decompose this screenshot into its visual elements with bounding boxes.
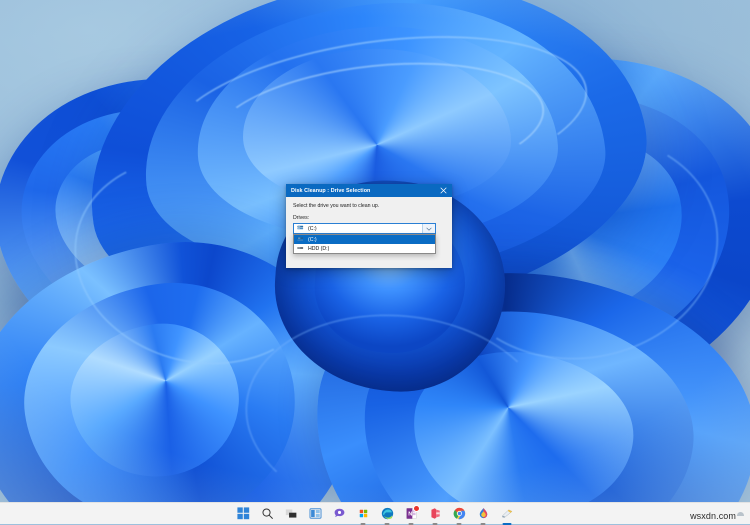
hard-drive-icon bbox=[297, 245, 304, 253]
taskbar-app-chrome[interactable] bbox=[451, 506, 467, 525]
taskbar-app-office[interactable] bbox=[427, 506, 443, 525]
dialog-prompt-text: Select the drive you want to clean up. bbox=[293, 203, 380, 209]
drive-option-c[interactable]: (C:) bbox=[294, 235, 435, 244]
start-button[interactable] bbox=[235, 506, 251, 522]
taskbar-icon-group: N bbox=[235, 504, 515, 525]
microsoft-store-icon bbox=[357, 507, 369, 520]
chat-icon bbox=[334, 508, 344, 518]
taskbar[interactable]: N bbox=[0, 502, 750, 525]
dialog-title-bar[interactable]: Disk Cleanup : Drive Selection bbox=[286, 184, 452, 197]
drive-combobox-value: (C:) bbox=[308, 225, 317, 232]
site-watermark: wsxdn.com bbox=[690, 511, 744, 521]
task-view-icon bbox=[285, 509, 296, 518]
search-icon bbox=[261, 508, 273, 519]
taskbar-app-edge[interactable] bbox=[379, 506, 395, 525]
notification-badge bbox=[413, 504, 420, 512]
task-view-button[interactable] bbox=[283, 506, 299, 522]
hard-drive-icon bbox=[297, 224, 304, 233]
drive-combobox[interactable]: (C:) bbox=[293, 223, 436, 234]
chevron-down-icon[interactable] bbox=[422, 224, 435, 233]
taskbar-app-onenote[interactable]: N bbox=[403, 504, 420, 525]
dialog-title: Disk Cleanup : Drive Selection bbox=[291, 187, 371, 194]
watermark-text: wsxdn.com bbox=[690, 511, 736, 521]
disk-cleanup-icon bbox=[501, 509, 512, 518]
drive-dropdown-list[interactable]: (C:) HDD (D:) bbox=[293, 234, 436, 254]
chrome-icon bbox=[453, 507, 465, 520]
taskbar-app-disk-cleanup[interactable] bbox=[499, 506, 515, 525]
windows-logo-icon bbox=[236, 507, 249, 520]
widgets-button[interactable] bbox=[307, 506, 323, 522]
chat-button[interactable] bbox=[331, 506, 347, 522]
close-icon[interactable] bbox=[435, 184, 452, 197]
drives-label: Drives: bbox=[293, 215, 310, 221]
drive-option-d[interactable]: HDD (D:) bbox=[294, 244, 435, 253]
office-icon bbox=[430, 508, 440, 519]
taskbar-app-paint[interactable] bbox=[475, 506, 491, 525]
widgets-icon bbox=[308, 508, 322, 519]
hard-drive-icon bbox=[297, 236, 304, 244]
taskbar-app-store[interactable] bbox=[355, 506, 371, 525]
svg-text:N: N bbox=[408, 512, 412, 518]
drive-combobox-wrapper: (C:) (C:) HDD (D:) bbox=[293, 223, 436, 254]
paint-icon bbox=[479, 508, 487, 519]
disk-cleanup-drive-selection-dialog[interactable]: Disk Cleanup : Drive Selection Select th… bbox=[286, 184, 452, 268]
drive-option-label: HDD (D:) bbox=[308, 245, 330, 252]
drive-option-label: (C:) bbox=[308, 236, 317, 243]
watermark-mark-icon bbox=[737, 512, 744, 516]
search-button[interactable] bbox=[259, 506, 275, 522]
edge-icon bbox=[381, 507, 393, 520]
dialog-body: Select the drive you want to clean up. D… bbox=[286, 197, 452, 254]
